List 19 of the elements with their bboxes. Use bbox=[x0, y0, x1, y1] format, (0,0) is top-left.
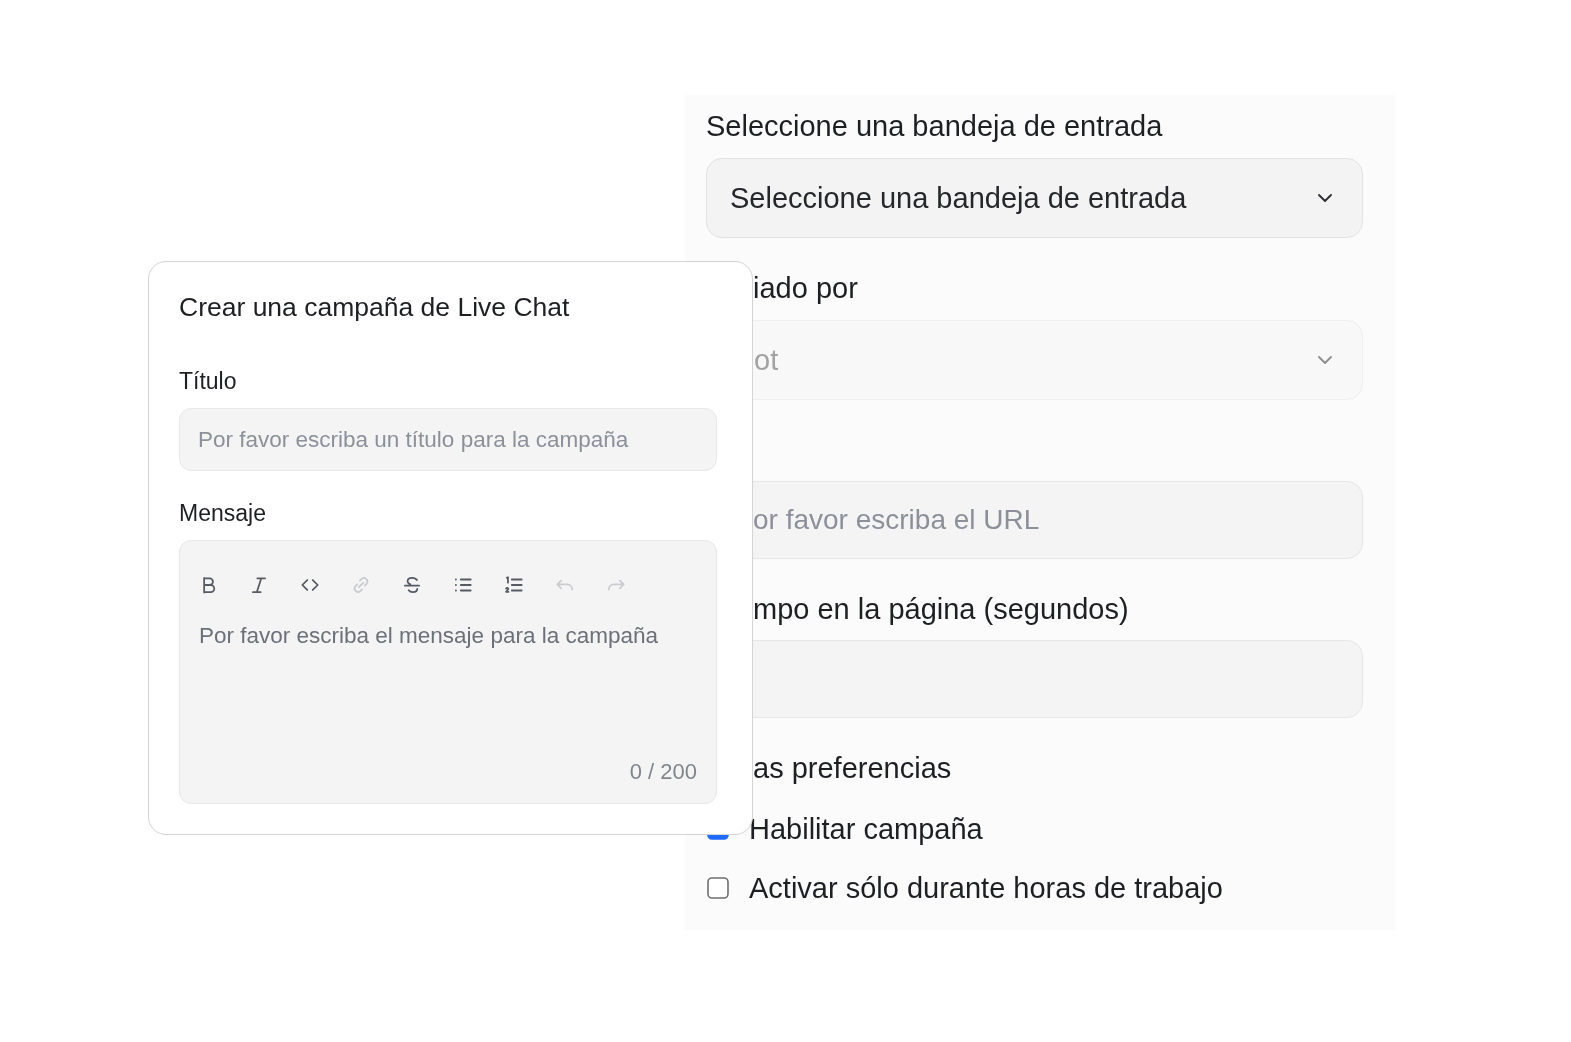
checkbox-label: Activar sólo durante horas de trabajo bbox=[749, 871, 1223, 905]
select-dropdown[interactable]: Seleccione una bandeja de entrada bbox=[706, 158, 1363, 238]
field-label: iado por bbox=[753, 271, 858, 305]
field-label: Título bbox=[179, 367, 237, 395]
field-label: Mensaje bbox=[179, 499, 266, 527]
field-label: mpo en la página (segundos) bbox=[753, 592, 1129, 626]
numbered-list-icon[interactable] bbox=[503, 574, 525, 596]
dialog-title: Crear una campaña de Live Chat bbox=[179, 291, 570, 323]
strikethrough-icon[interactable] bbox=[401, 574, 423, 596]
character-counter: 0 / 200 bbox=[629, 760, 697, 784]
title-field[interactable]: Por favor escriba un título para la campaña bbox=[179, 408, 717, 471]
message-editor[interactable]: Por favor escriba el mensaje para la campaña 0 / 200 bbox=[179, 540, 717, 804]
checkbox-label: Habilitar campaña bbox=[749, 812, 983, 846]
section-label: as preferencias bbox=[753, 751, 952, 785]
field-label: Seleccione una bandeja de entrada bbox=[706, 109, 1163, 143]
checkbox[interactable] bbox=[707, 877, 729, 899]
chevron-down-icon bbox=[1318, 356, 1332, 364]
message-field[interactable]: Por favor escriba el mensaje para la campaña bbox=[197, 622, 697, 760]
chevron-down-icon bbox=[1318, 194, 1332, 202]
